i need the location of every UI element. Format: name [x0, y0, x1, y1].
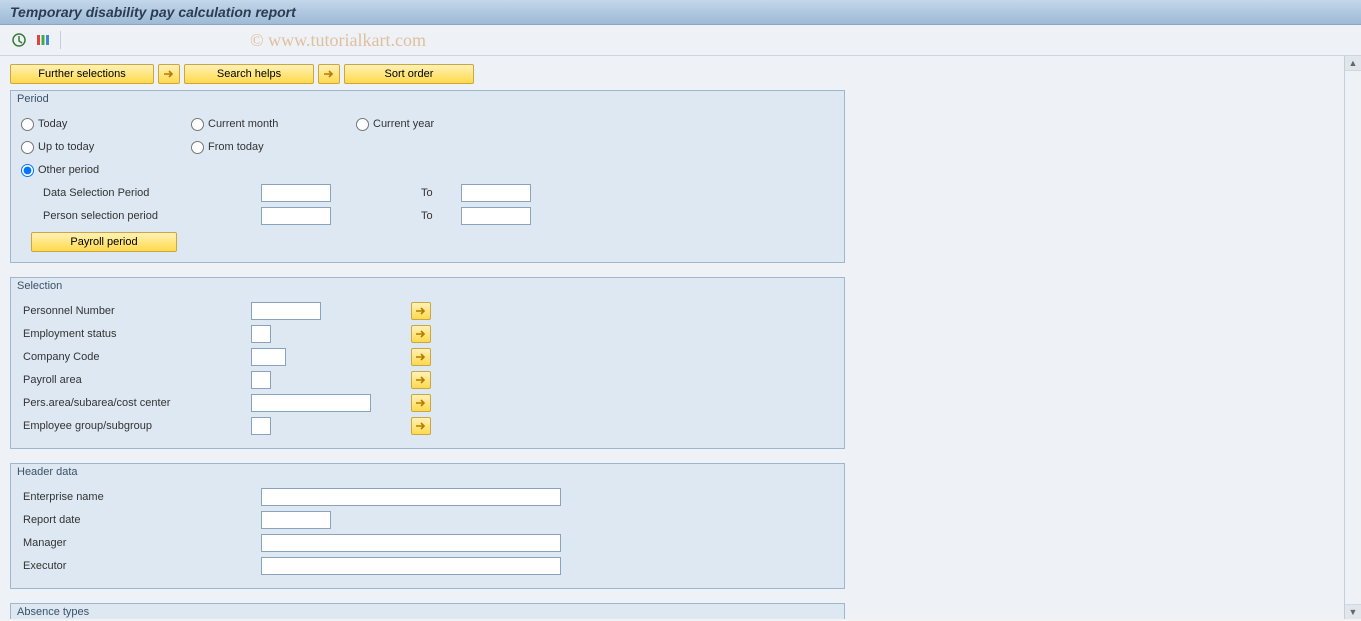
radio-current-month-label: Current month	[208, 118, 278, 130]
payroll-area-input[interactable]	[251, 371, 271, 389]
manager-label: Manager	[21, 537, 261, 549]
data-selection-to-label: To	[331, 187, 461, 199]
personnel-number-input[interactable]	[251, 302, 321, 320]
data-selection-to-input[interactable]	[461, 184, 531, 202]
employee-group-multiple-icon[interactable]	[411, 417, 431, 435]
radio-current-year-label: Current year	[373, 118, 434, 130]
execute-icon[interactable]	[10, 31, 28, 49]
enterprise-name-input[interactable]	[261, 488, 561, 506]
pers-area-input[interactable]	[251, 394, 371, 412]
company-code-multiple-icon[interactable]	[411, 348, 431, 366]
payroll-area-label: Payroll area	[21, 374, 251, 386]
scroll-up-icon[interactable]: ▲	[1349, 58, 1358, 68]
pers-area-label: Pers.area/subarea/cost center	[21, 397, 251, 409]
person-selection-to-input[interactable]	[461, 207, 531, 225]
enterprise-name-label: Enterprise name	[21, 491, 261, 503]
header-data-group: Header data Enterprise name Report date …	[10, 463, 845, 589]
payroll-area-multiple-icon[interactable]	[411, 371, 431, 389]
payroll-period-button[interactable]: Payroll period	[31, 232, 177, 252]
scroll-down-icon[interactable]: ▼	[1349, 607, 1358, 617]
radio-other-period-label: Other period	[38, 164, 99, 176]
person-selection-from-input[interactable]	[261, 207, 331, 225]
content-area: Further selections Search helps Sort ord…	[0, 56, 1344, 619]
manager-input[interactable]	[261, 534, 561, 552]
company-code-input[interactable]	[251, 348, 286, 366]
radio-up-to-today-label: Up to today	[38, 141, 94, 153]
radio-current-month[interactable]: Current month	[191, 118, 356, 131]
page-title: Temporary disability pay calculation rep…	[0, 0, 1361, 25]
search-helps-button[interactable]: Search helps	[184, 64, 314, 84]
radio-from-today[interactable]: From today	[191, 141, 356, 154]
company-code-label: Company Code	[21, 351, 251, 363]
radio-up-to-today[interactable]: Up to today	[21, 141, 191, 154]
data-selection-period-label: Data Selection Period	[21, 187, 261, 199]
header-data-group-title: Header data	[11, 464, 844, 480]
employee-group-input[interactable]	[251, 417, 271, 435]
radio-from-today-label: From today	[208, 141, 264, 153]
app-toolbar	[0, 25, 1361, 56]
search-helps-arrow[interactable]	[158, 64, 180, 84]
sort-order-button[interactable]: Sort order	[344, 64, 474, 84]
further-selections-button[interactable]: Further selections	[10, 64, 154, 84]
executor-input[interactable]	[261, 557, 561, 575]
period-group: Period Today Current month Current year …	[10, 90, 845, 263]
absence-types-group: Absence types	[10, 603, 845, 619]
employment-status-input[interactable]	[251, 325, 271, 343]
sort-order-arrow[interactable]	[318, 64, 340, 84]
radio-today-label: Today	[38, 118, 67, 130]
person-selection-period-label: Person selection period	[21, 210, 261, 222]
personnel-number-multiple-icon[interactable]	[411, 302, 431, 320]
report-date-input[interactable]	[261, 511, 331, 529]
period-group-title: Period	[11, 91, 844, 107]
selection-group-title: Selection	[11, 278, 844, 294]
employment-status-label: Employment status	[21, 328, 251, 340]
radio-current-year[interactable]: Current year	[356, 118, 516, 131]
pers-area-multiple-icon[interactable]	[411, 394, 431, 412]
vertical-scrollbar[interactable]: ▲ ▼	[1344, 56, 1361, 619]
employment-status-multiple-icon[interactable]	[411, 325, 431, 343]
selection-group: Selection Personnel Number Employment st…	[10, 277, 845, 449]
executor-label: Executor	[21, 560, 261, 572]
data-selection-from-input[interactable]	[261, 184, 331, 202]
report-date-label: Report date	[21, 514, 261, 526]
employee-group-label: Employee group/subgroup	[21, 420, 251, 432]
person-selection-to-label: To	[331, 210, 461, 222]
variant-icon[interactable]	[34, 31, 52, 49]
selection-ribbon: Further selections Search helps Sort ord…	[10, 64, 1334, 84]
scroll-track[interactable]	[1345, 70, 1361, 605]
toolbar-separator	[60, 31, 61, 49]
personnel-number-label: Personnel Number	[21, 305, 251, 317]
radio-today[interactable]: Today	[21, 118, 191, 131]
radio-other-period[interactable]: Other period	[21, 164, 191, 177]
absence-types-group-title: Absence types	[11, 604, 844, 619]
